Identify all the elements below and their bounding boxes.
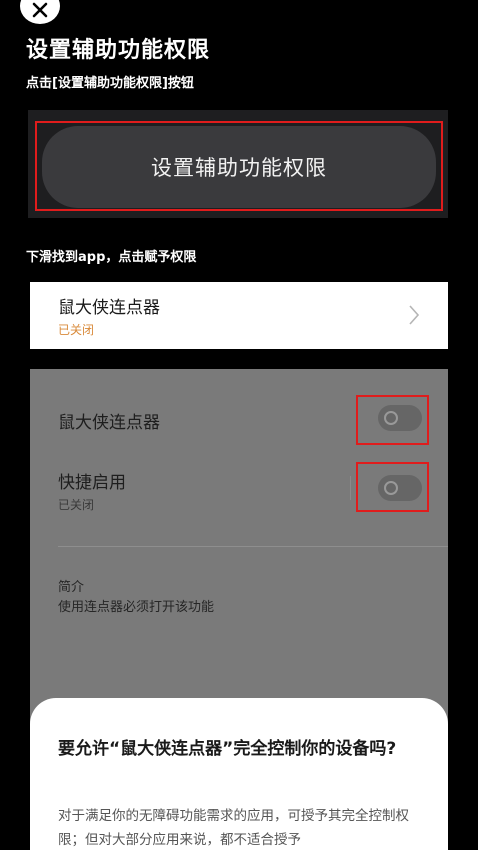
shortcut-divider bbox=[350, 476, 351, 500]
app-status: 已关闭 bbox=[58, 323, 95, 337]
page-title: 设置辅助功能权限 bbox=[26, 38, 211, 63]
page-subtitle: 点击[设置辅助功能权限]按钮 bbox=[26, 76, 194, 91]
close-button[interactable] bbox=[20, 0, 60, 24]
shortcut-status: 已关闭 bbox=[58, 498, 95, 512]
instruction-text: 下滑找到app，点击赋予权限 bbox=[26, 250, 197, 265]
app-name: 鼠大侠连点器 bbox=[58, 298, 160, 318]
shortcut-toggle-highlight bbox=[356, 462, 429, 512]
permission-dialog: 要允许“鼠大侠连点器”完全控制你的设备吗? 对于满足你的无障碍功能需求的应用，可… bbox=[30, 698, 448, 850]
setup-button-highlight bbox=[35, 121, 443, 211]
intro-text: 使用连点器必须打开该功能 bbox=[58, 600, 215, 615]
dialog-title: 要允许“鼠大侠连点器”完全控制你的设备吗? bbox=[58, 739, 397, 759]
service-label: 鼠大侠连点器 bbox=[58, 413, 160, 433]
app-list-item[interactable]: 鼠大侠连点器 已关闭 bbox=[30, 282, 448, 349]
chevron-right-icon bbox=[409, 305, 420, 325]
service-toggle-highlight bbox=[356, 395, 429, 445]
section-divider bbox=[58, 546, 448, 547]
close-icon bbox=[32, 2, 48, 18]
intro-title: 简介 bbox=[58, 580, 85, 595]
shortcut-label: 快捷启用 bbox=[58, 473, 126, 493]
dialog-body: 对于满足你的无障碍功能需求的应用，可授予其完全控制权限；但对大部分应用来说，都不… bbox=[58, 808, 409, 848]
